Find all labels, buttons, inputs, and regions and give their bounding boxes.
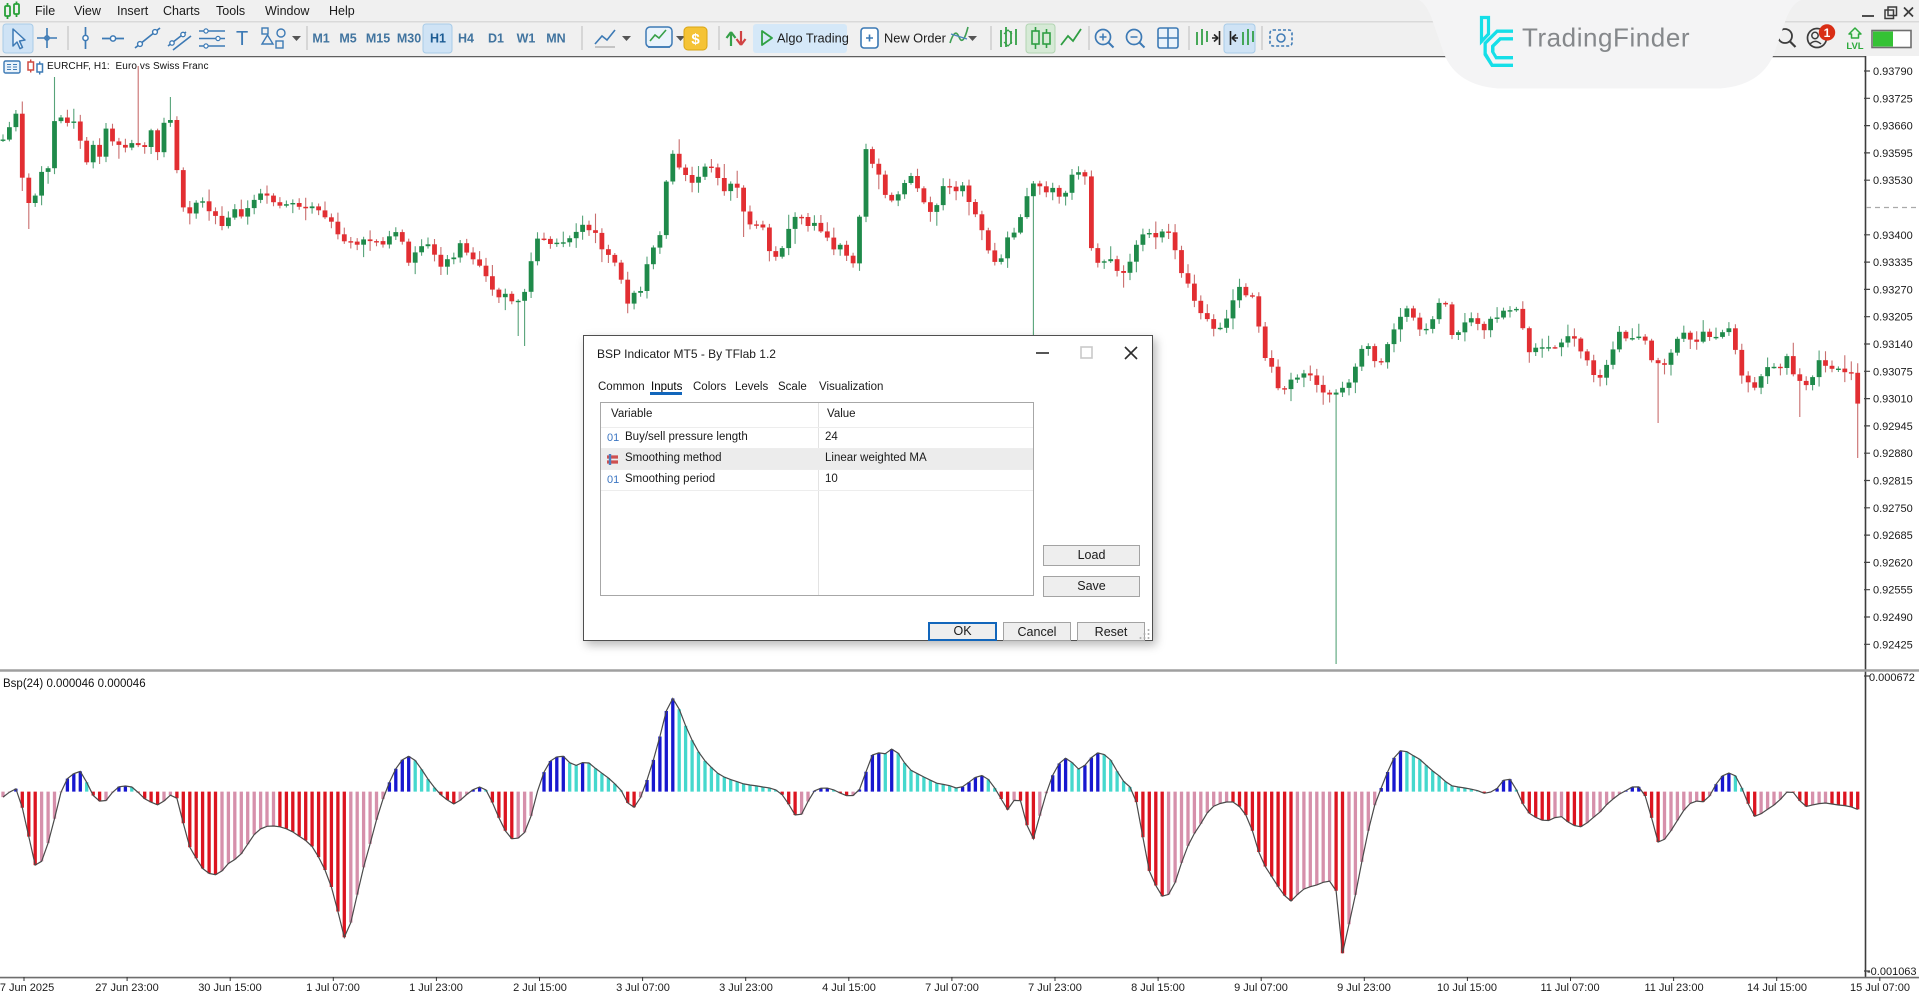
svg-text:0.93725: 0.93725	[1873, 93, 1913, 105]
svg-text:0.93595: 0.93595	[1873, 148, 1913, 160]
svg-text:0.93140: 0.93140	[1873, 339, 1913, 351]
svg-text:0.92945: 0.92945	[1873, 421, 1913, 433]
svg-text:0.92425: 0.92425	[1873, 639, 1913, 651]
svg-text:11 Jul 23:00: 11 Jul 23:00	[1644, 982, 1703, 994]
svg-text:3 Jul 07:00: 3 Jul 07:00	[616, 982, 670, 994]
svg-text:0.93205: 0.93205	[1873, 312, 1913, 324]
svg-text:H4: H4	[458, 32, 474, 46]
svg-text:LVL: LVL	[1846, 41, 1863, 52]
svg-text:0.93270: 0.93270	[1873, 284, 1913, 296]
svg-text:7 Jul 07:00: 7 Jul 07:00	[925, 982, 979, 994]
svg-text:1 Jul 07:00: 1 Jul 07:00	[306, 982, 360, 994]
svg-text:MN: MN	[546, 32, 565, 46]
svg-text:TradingFinder: TradingFinder	[1522, 23, 1690, 53]
svg-text:0.92620: 0.92620	[1873, 557, 1913, 569]
svg-text:3 Jul 23:00: 3 Jul 23:00	[719, 982, 773, 994]
svg-text:W1: W1	[517, 32, 536, 46]
svg-text:27 Jun 2025: 27 Jun 2025	[0, 982, 54, 994]
svg-text:0.92685: 0.92685	[1873, 530, 1913, 542]
svg-text:15 Jul 07:00: 15 Jul 07:00	[1850, 982, 1910, 994]
svg-text:0.000672: 0.000672	[1869, 672, 1915, 684]
svg-text:0.93075: 0.93075	[1873, 366, 1913, 378]
svg-text:D1: D1	[488, 32, 504, 46]
svg-text:2 Jul 15:00: 2 Jul 15:00	[513, 982, 567, 994]
svg-text:M5: M5	[339, 32, 356, 46]
svg-text:Bsp(24) 0.000046 0.000046: Bsp(24) 0.000046 0.000046	[3, 678, 146, 690]
svg-text:0.92555: 0.92555	[1873, 585, 1913, 597]
svg-text:Algo Trading: Algo Trading	[777, 31, 849, 46]
svg-text:9 Jul 23:00: 9 Jul 23:00	[1337, 982, 1391, 994]
svg-text:H1: H1	[430, 32, 446, 46]
svg-text:9 Jul 07:00: 9 Jul 07:00	[1234, 982, 1288, 994]
svg-text:11 Jul 07:00: 11 Jul 07:00	[1540, 982, 1599, 994]
svg-text:0.93660: 0.93660	[1873, 121, 1913, 133]
svg-text:8 Jul 15:00: 8 Jul 15:00	[1131, 982, 1185, 994]
svg-text:0.93400: 0.93400	[1873, 230, 1913, 242]
svg-text:M15: M15	[366, 32, 390, 46]
svg-text:0.92750: 0.92750	[1873, 503, 1913, 515]
svg-text:10 Jul 15:00: 10 Jul 15:00	[1437, 982, 1497, 994]
svg-text:30 Jun 15:00: 30 Jun 15:00	[198, 982, 262, 994]
svg-text:0.92490: 0.92490	[1873, 612, 1913, 624]
svg-text:0.93530: 0.93530	[1873, 175, 1913, 187]
svg-text:M1: M1	[312, 32, 329, 46]
svg-text:0.92880: 0.92880	[1873, 448, 1913, 460]
svg-text:14 Jul 15:00: 14 Jul 15:00	[1747, 982, 1807, 994]
svg-text:7 Jul 23:00: 7 Jul 23:00	[1028, 982, 1082, 994]
svg-text:0.93335: 0.93335	[1873, 257, 1913, 269]
svg-text:M30: M30	[397, 32, 421, 46]
svg-text:-0.001063: -0.001063	[1867, 966, 1917, 978]
svg-text:27 Jun 23:00: 27 Jun 23:00	[95, 982, 159, 994]
svg-text:1 Jul 23:00: 1 Jul 23:00	[409, 982, 463, 994]
svg-text:T: T	[236, 28, 248, 50]
svg-text:4 Jul 15:00: 4 Jul 15:00	[822, 982, 876, 994]
svg-text:$: $	[691, 31, 700, 48]
svg-text:0.93010: 0.93010	[1873, 394, 1913, 406]
svg-text:New Order: New Order	[884, 31, 947, 46]
svg-text:0.92815: 0.92815	[1873, 476, 1913, 488]
